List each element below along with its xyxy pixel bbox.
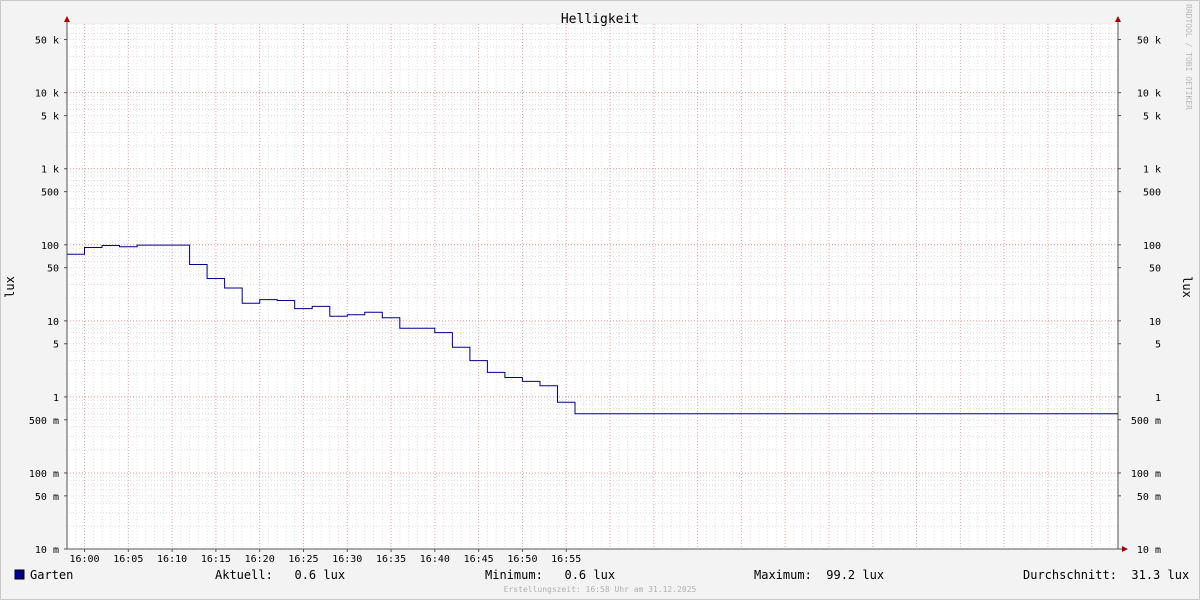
x-tick-label: 16:30: [332, 554, 362, 565]
y-tick-label-left: 50 m: [35, 492, 59, 503]
y-tick-label-right: 5 k: [1143, 112, 1161, 123]
y-tick-label-left: 100: [41, 241, 59, 252]
y-tick-label-left: 500: [41, 188, 59, 199]
x-tick-labels: 16:00 16:05 16:10 16:15 16:20 16:25 16:30 16:35…: [69, 554, 581, 565]
y-tick-label-right: 10: [1149, 317, 1161, 328]
legend-series-name: Garten: [30, 568, 73, 582]
y-tick-label-right: 50 k: [1137, 36, 1161, 47]
y-axis-label-right: lux: [1180, 276, 1194, 298]
y-axis-label-left: lux: [3, 276, 17, 298]
x-tick-label: 16:35: [376, 554, 406, 565]
x-tick-label: 16:55: [551, 554, 581, 565]
y-tick-label-right: 100 m: [1131, 469, 1161, 480]
y-tick-label-left: 100 m: [29, 469, 59, 480]
x-tick-label: 16:50: [507, 554, 537, 565]
x-tick-label: 16:20: [245, 554, 275, 565]
x-tick-label: 16:05: [113, 554, 143, 565]
y-tick-label-right: 50: [1149, 264, 1161, 275]
x-tick-label: 16:25: [288, 554, 318, 565]
y-tick-label-left: 5 k: [41, 112, 59, 123]
legend-maximum: Maximum: 99.2 lux: [754, 568, 884, 582]
legend-swatch: [14, 569, 25, 580]
y-tick-label-left: 1 k: [41, 165, 59, 176]
x-tick-label: 16:10: [157, 554, 187, 565]
y-tick-label-left: 1: [53, 393, 59, 404]
legend-current: Aktuell: 0.6 lux: [215, 568, 345, 582]
y-tick-label-left: 5: [53, 340, 59, 351]
x-tick-label: 16:45: [464, 554, 494, 565]
y-tick-label-left: 50: [47, 264, 59, 275]
y-tick-labels-right: 50 k 10 k 5 k 1 k 500 100 50 10 5 1 500 m 100 m 50 m…: [1131, 36, 1161, 556]
chart-title: Helligkeit: [561, 12, 639, 27]
chart-svg: 50 k 10 k 5 k 1 k 500 100 50 10 5 1 500 m 100 m 50 m…: [3, 4, 1194, 594]
y-tick-label-right: 1: [1155, 393, 1161, 404]
y-tick-label-right: 1 k: [1143, 165, 1161, 176]
x-axis-arrow: [1122, 546, 1128, 552]
footer-timestamp: Erstellungszeit: 16:58 Uhr am 31.12.2025: [504, 585, 697, 594]
x-tick-label: 16:40: [420, 554, 450, 565]
y-tick-label-right: 10 m: [1137, 545, 1161, 556]
y-tick-label-right: 500 m: [1131, 416, 1161, 427]
legend-average: Durchschnitt: 31.3 lux: [1023, 568, 1189, 582]
y-axis-arrow-left: [64, 16, 70, 22]
y-tick-label-left: 500 m: [29, 416, 59, 427]
x-tick-label: 16:00: [69, 554, 99, 565]
x-tick-label: 16:15: [201, 554, 231, 565]
y-tick-label-left: 10: [47, 317, 59, 328]
y-tick-label-right: 500: [1143, 188, 1161, 199]
y-tick-label-right: 5: [1155, 340, 1161, 351]
y-axis-arrow-right: [1115, 16, 1121, 22]
y-tick-label-right: 50 m: [1137, 492, 1161, 503]
y-tick-labels-left: 50 k 10 k 5 k 1 k 500 100 50 10 5 1 500 m 100 m 50 m…: [29, 36, 59, 556]
legend-minimum: Minimum: 0.6 lux: [485, 568, 615, 582]
y-tick-label-right: 100: [1143, 241, 1161, 252]
y-tick-label-left: 10 k: [35, 89, 59, 100]
watermark: RRDTOOL / TOBI OETIKER: [1184, 4, 1193, 110]
y-tick-label-left: 50 k: [35, 36, 59, 47]
y-tick-label-left: 10 m: [35, 545, 59, 556]
y-tick-label-right: 10 k: [1137, 89, 1161, 100]
